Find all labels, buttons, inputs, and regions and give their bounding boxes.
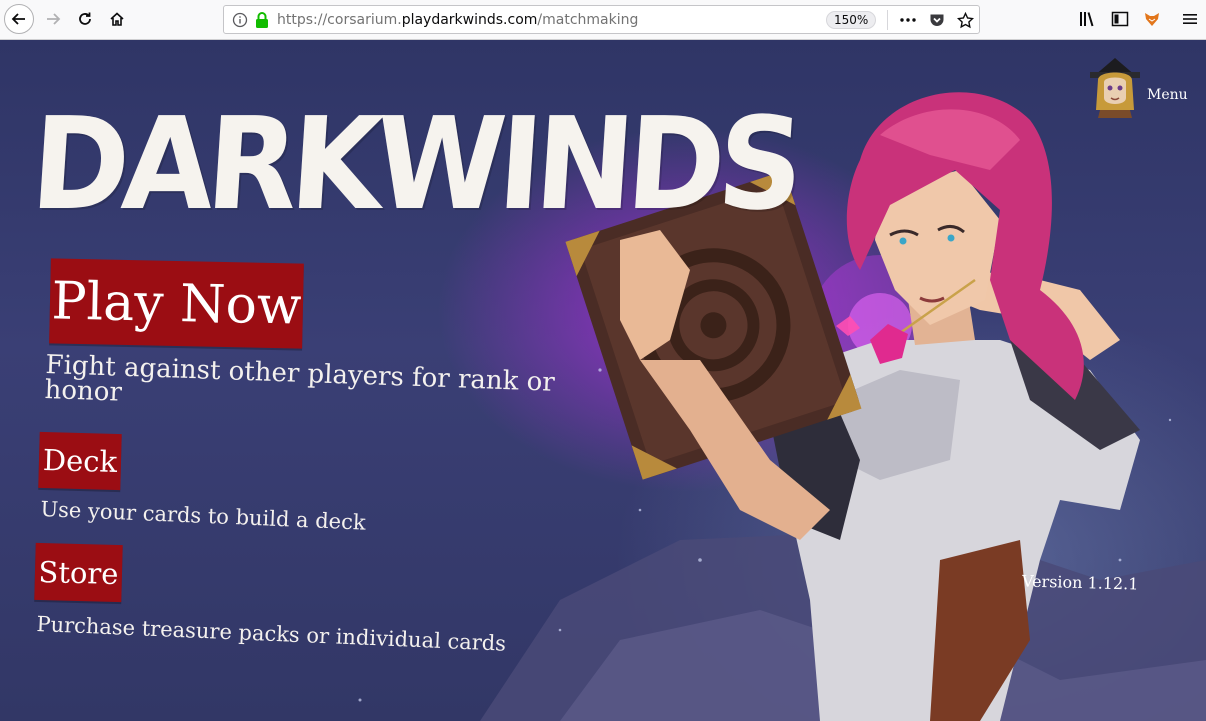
zoom-indicator[interactable]: 150%	[826, 11, 877, 29]
star-icon[interactable]	[956, 11, 974, 29]
url-domain: playdarkwinds.com	[401, 12, 538, 28]
url-prefix: https://corsarium.	[277, 12, 402, 28]
version-label: Version 1.12.1	[1021, 571, 1139, 594]
lock-icon[interactable]	[254, 11, 270, 29]
url-path: /matchmaking	[537, 12, 639, 28]
url-bar[interactable]: https://corsarium.playdarkwinds.com/matc…	[223, 5, 980, 34]
back-icon[interactable]	[4, 4, 34, 34]
home-icon[interactable]	[102, 4, 132, 34]
sidebar-icon[interactable]	[1110, 10, 1130, 28]
library-icon[interactable]	[1078, 10, 1098, 28]
darkwinds-logo: DARKWINDS	[27, 89, 802, 239]
browser-toolbar: https://corsarium.playdarkwinds.com/matc…	[0, 0, 1206, 40]
extension-icon[interactable]	[1142, 10, 1162, 28]
menu-button[interactable]: Menu	[1147, 87, 1188, 103]
play-now-button[interactable]: Play Now	[49, 258, 304, 349]
deck-button[interactable]: Deck	[38, 431, 122, 491]
pocket-icon[interactable]	[928, 11, 946, 29]
url-divider	[887, 10, 888, 30]
more-icon[interactable]	[899, 11, 917, 29]
game-main-menu: DARKWINDS Play Now Fight against other p…	[0, 40, 1206, 721]
player-avatar[interactable]	[1086, 52, 1144, 120]
forward-icon[interactable]	[38, 4, 68, 34]
store-button[interactable]: Store	[34, 542, 123, 603]
url-text[interactable]: https://corsarium.playdarkwinds.com/matc…	[277, 11, 638, 29]
hamburger-icon[interactable]	[1180, 10, 1200, 28]
info-icon[interactable]	[232, 12, 248, 28]
reload-icon[interactable]	[70, 4, 100, 34]
